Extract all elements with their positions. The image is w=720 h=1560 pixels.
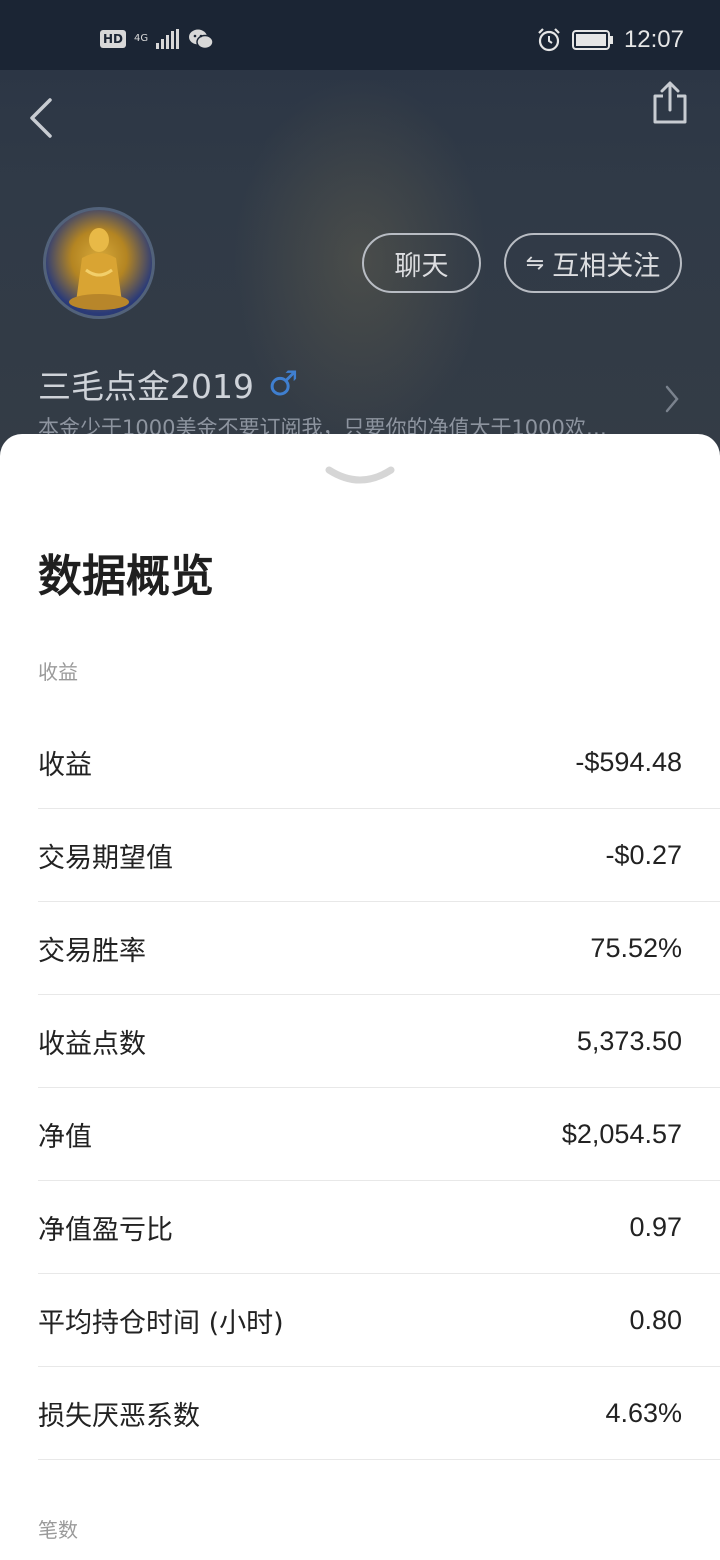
share-icon[interactable] — [650, 80, 690, 126]
metric-value: 4.63% — [605, 1397, 682, 1428]
metric-value: -$0.27 — [605, 839, 682, 870]
chat-button-label: 聊天 — [394, 250, 449, 282]
metric-label: 平均持仓时间 (小时) — [38, 1307, 284, 1339]
metric-label: 收益点数 — [38, 1028, 146, 1060]
metric-label: 交易期望值 — [38, 842, 173, 874]
section-label-trades: 笔数 — [38, 1518, 78, 1542]
metric-value: 75.52% — [590, 932, 682, 963]
battery-icon — [571, 30, 613, 50]
section-label-income: 收益 — [38, 660, 78, 684]
hd-badge: HD — [100, 30, 127, 48]
metric-label: 收益 — [38, 749, 92, 781]
chevron-down-icon[interactable] — [325, 464, 395, 492]
avatar[interactable] — [43, 207, 155, 319]
chevron-right-icon[interactable] — [664, 384, 680, 414]
status-left: HD 4G — [100, 28, 214, 50]
metric-row-equity-pl-ratio: 净值盈亏比 0.97 — [38, 1181, 720, 1274]
metric-value: $2,054.57 — [561, 1118, 682, 1149]
metric-label: 损失厌恶系数 — [38, 1400, 200, 1432]
metric-value: 0.97 — [629, 1211, 682, 1242]
mutual-follow-label: 互相关注 — [552, 250, 661, 282]
metric-row-expectancy: 交易期望值 -$0.27 — [38, 809, 720, 902]
metric-row-loss-aversion: 损失厌恶系数 4.63% — [38, 1367, 720, 1460]
metric-row-equity: 净值 $2,054.57 — [38, 1088, 720, 1181]
signal-icon — [156, 29, 180, 49]
metric-value: -$594.48 — [575, 746, 682, 777]
status-bar: HD 4G 12:07 — [0, 0, 720, 70]
alarm-icon — [538, 28, 560, 52]
metric-row-pips: 收益点数 5,373.50 — [38, 995, 720, 1088]
metrics-list: 收益 -$594.48 交易期望值 -$0.27 交易胜率 75.52% 收益点… — [38, 716, 720, 1460]
clock-time: 12:07 — [623, 26, 684, 53]
back-arrow-icon[interactable] — [24, 96, 64, 140]
chat-button[interactable]: 聊天 — [362, 233, 481, 293]
metric-value: 5,373.50 — [576, 1025, 682, 1056]
metric-label: 净值 — [38, 1121, 92, 1153]
sheet-title: 数据概览 — [38, 551, 214, 602]
metric-row-income: 收益 -$594.48 — [38, 716, 720, 809]
metric-row-win-rate: 交易胜率 75.52% — [38, 902, 720, 995]
buddha-avatar-image — [69, 228, 129, 310]
mutual-follow-button[interactable]: ⇋ 互相关注 — [504, 233, 682, 293]
male-icon: ♂ — [267, 364, 299, 404]
swap-arrows-icon: ⇋ — [525, 250, 545, 276]
data-overview-sheet: 数据概览 收益 收益 -$594.48 交易期望值 -$0.27 交易胜率 75… — [0, 434, 720, 1560]
network-type: 4G — [134, 33, 149, 44]
profile-name-row[interactable]: 三毛点金2019 ♂ — [38, 360, 298, 408]
status-right: 12:07 — [536, 26, 684, 54]
metric-label: 交易胜率 — [38, 935, 146, 967]
wechat-icon — [189, 29, 214, 50]
metric-row-avg-holding-time: 平均持仓时间 (小时) 0.80 — [38, 1274, 720, 1367]
metric-label: 净值盈亏比 — [38, 1214, 173, 1246]
username: 三毛点金2019 — [38, 367, 254, 406]
metric-value: 0.80 — [629, 1304, 682, 1335]
